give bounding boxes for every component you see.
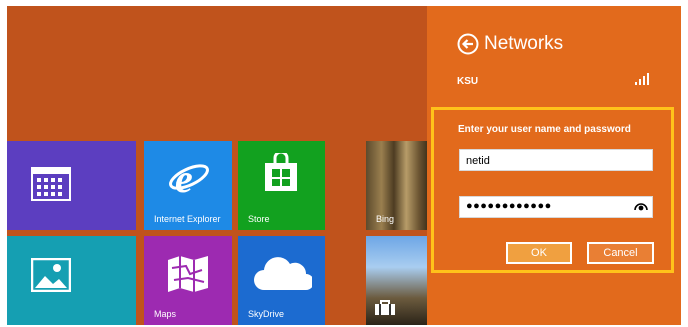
signal-icon xyxy=(635,73,649,85)
tile-label: Bing xyxy=(376,214,395,224)
ie-icon: e xyxy=(169,156,209,199)
tile-calendar[interactable] xyxy=(7,141,136,230)
photos-icon xyxy=(31,258,71,292)
cancel-button[interactable]: Cancel xyxy=(587,242,654,264)
username-field[interactable]: netid xyxy=(459,149,653,171)
tile-internet-explorer[interactable]: e Internet Explorer xyxy=(144,141,232,230)
maps-icon xyxy=(168,256,208,292)
reveal-password-icon[interactable] xyxy=(634,202,648,211)
tile-travel[interactable] xyxy=(366,236,428,325)
tile-label: Maps xyxy=(154,309,177,319)
tile-maps[interactable]: Maps xyxy=(144,236,232,325)
panel-title: Networks xyxy=(484,33,564,54)
calendar-icon xyxy=(31,167,71,201)
tile-skydrive[interactable]: SkyDrive xyxy=(238,236,325,325)
password-field[interactable]: ●●●●●●●●●●●● xyxy=(459,196,653,218)
credentials-box: Enter your user name and password netid … xyxy=(431,107,674,273)
start-screen: e Internet Explorer Store Bing Maps SkyD… xyxy=(7,6,681,325)
svg-text:e: e xyxy=(175,156,193,199)
networks-panel: Networks KSU Enter your user name and pa… xyxy=(427,6,681,325)
travel-suitcase-icon xyxy=(375,300,395,315)
store-icon xyxy=(265,153,297,191)
back-arrow-icon[interactable] xyxy=(457,33,479,55)
tile-bing[interactable]: Bing xyxy=(366,141,428,230)
credentials-prompt: Enter your user name and password xyxy=(458,124,631,135)
cloud-icon xyxy=(254,257,312,290)
tile-photos[interactable] xyxy=(7,236,136,325)
ok-button[interactable]: OK xyxy=(506,242,572,264)
network-name[interactable]: KSU xyxy=(457,76,478,87)
tile-label: Store xyxy=(248,214,270,224)
tile-label: Internet Explorer xyxy=(154,214,221,224)
password-value: ●●●●●●●●●●●● xyxy=(466,200,552,212)
tile-label: SkyDrive xyxy=(248,309,285,319)
tile-store[interactable]: Store xyxy=(238,141,325,230)
